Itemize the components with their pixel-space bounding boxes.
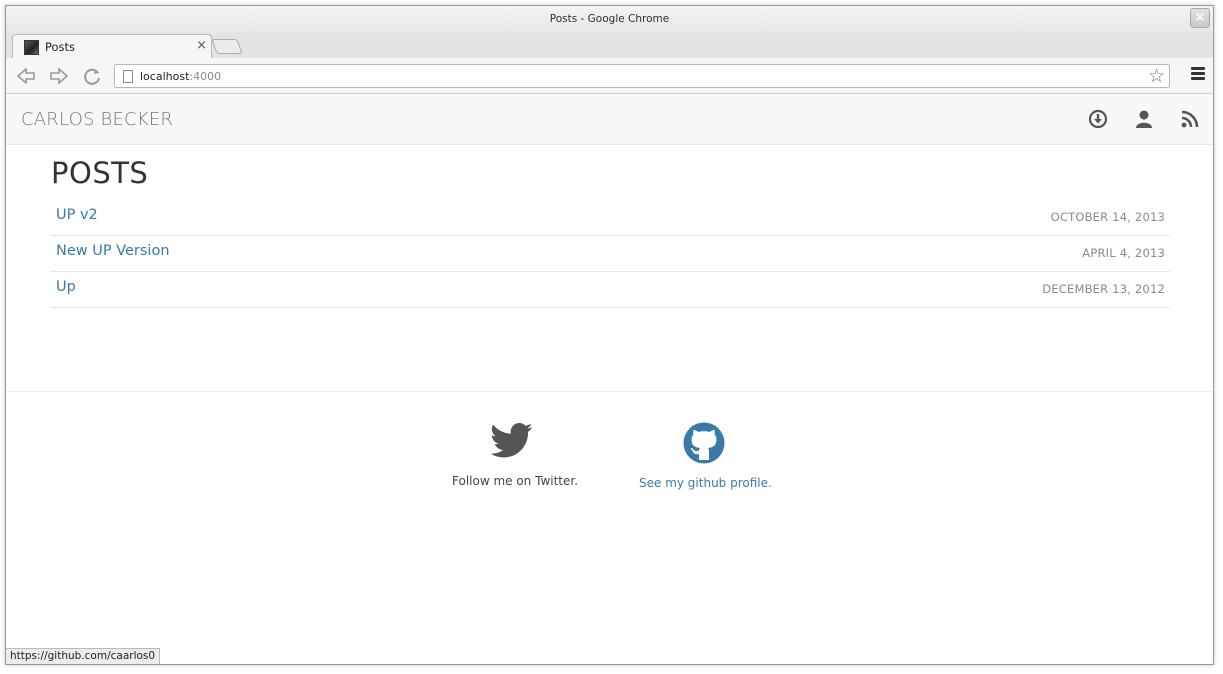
list-item: New UP Version APRIL 4, 2013 bbox=[50, 236, 1170, 272]
reload-button[interactable] bbox=[80, 65, 104, 87]
url-host: localhost bbox=[140, 70, 190, 83]
list-item: Up DECEMBER 13, 2012 bbox=[50, 272, 1170, 308]
page-icon bbox=[123, 70, 133, 83]
download-icon[interactable] bbox=[1087, 108, 1109, 130]
reload-icon bbox=[84, 68, 100, 85]
url-port: :4000 bbox=[189, 70, 222, 83]
page-title: POSTS bbox=[51, 156, 149, 190]
status-bar: https://github.com/caarlos0 bbox=[6, 648, 161, 664]
post-list: UP v2 OCTOBER 14, 2013 New UP Version AP… bbox=[50, 200, 1170, 308]
menu-bar bbox=[1191, 77, 1205, 80]
address-bar[interactable]: localhost:4000 ☆ bbox=[114, 64, 1170, 88]
post-date: OCTOBER 14, 2013 bbox=[1050, 210, 1165, 224]
tab-strip: Posts × bbox=[6, 34, 1213, 59]
browser-window: Posts - Google Chrome × Posts × localhos… bbox=[5, 5, 1214, 665]
favicon-icon bbox=[24, 40, 39, 55]
menu-bar bbox=[1191, 67, 1205, 70]
window-title: Posts - Google Chrome bbox=[549, 13, 670, 25]
post-link[interactable]: UP v2 bbox=[56, 207, 98, 223]
browser-toolbar: localhost:4000 ☆ bbox=[6, 58, 1213, 94]
tab-title: Posts bbox=[45, 40, 76, 54]
rss-icon[interactable] bbox=[1179, 108, 1201, 130]
forward-arrow-icon bbox=[50, 67, 69, 85]
window-close-button[interactable]: × bbox=[1190, 8, 1210, 28]
back-button[interactable] bbox=[14, 65, 38, 87]
bookmark-star-icon[interactable]: ☆ bbox=[1148, 65, 1165, 87]
site-footer: Follow me on Twitter. See my github prof… bbox=[6, 391, 1213, 664]
page-content: CARLOS BECKER POSTS UP v2 OCTOBER 14, 20… bbox=[6, 94, 1213, 664]
site-brand[interactable]: CARLOS BECKER bbox=[21, 109, 173, 130]
list-item: UP v2 OCTOBER 14, 2013 bbox=[50, 200, 1170, 236]
menu-bar bbox=[1191, 72, 1205, 75]
twitter-follow[interactable]: Follow me on Twitter. bbox=[452, 422, 578, 488]
post-date: DECEMBER 13, 2012 bbox=[1042, 282, 1165, 296]
back-arrow-icon bbox=[16, 67, 35, 85]
new-tab-button[interactable] bbox=[211, 39, 243, 54]
url-text[interactable]: localhost:4000 bbox=[140, 70, 221, 83]
user-icon[interactable] bbox=[1133, 108, 1155, 130]
post-date: APRIL 4, 2013 bbox=[1082, 246, 1165, 260]
chrome-menu-button[interactable] bbox=[1191, 67, 1205, 81]
site-header: CARLOS BECKER bbox=[6, 94, 1213, 145]
tab-close-button[interactable]: × bbox=[196, 38, 207, 53]
post-link[interactable]: Up bbox=[56, 279, 76, 295]
github-label[interactable]: See my github profile. bbox=[639, 476, 772, 490]
github-icon bbox=[683, 422, 725, 464]
twitter-label[interactable]: Follow me on Twitter. bbox=[452, 474, 578, 488]
tab-posts[interactable]: Posts × bbox=[12, 34, 212, 59]
title-bar: Posts - Google Chrome × bbox=[6, 6, 1213, 34]
post-link[interactable]: New UP Version bbox=[56, 243, 170, 259]
github-profile[interactable]: See my github profile. bbox=[639, 422, 772, 490]
twitter-icon bbox=[490, 423, 533, 458]
forward-button[interactable] bbox=[47, 65, 71, 87]
